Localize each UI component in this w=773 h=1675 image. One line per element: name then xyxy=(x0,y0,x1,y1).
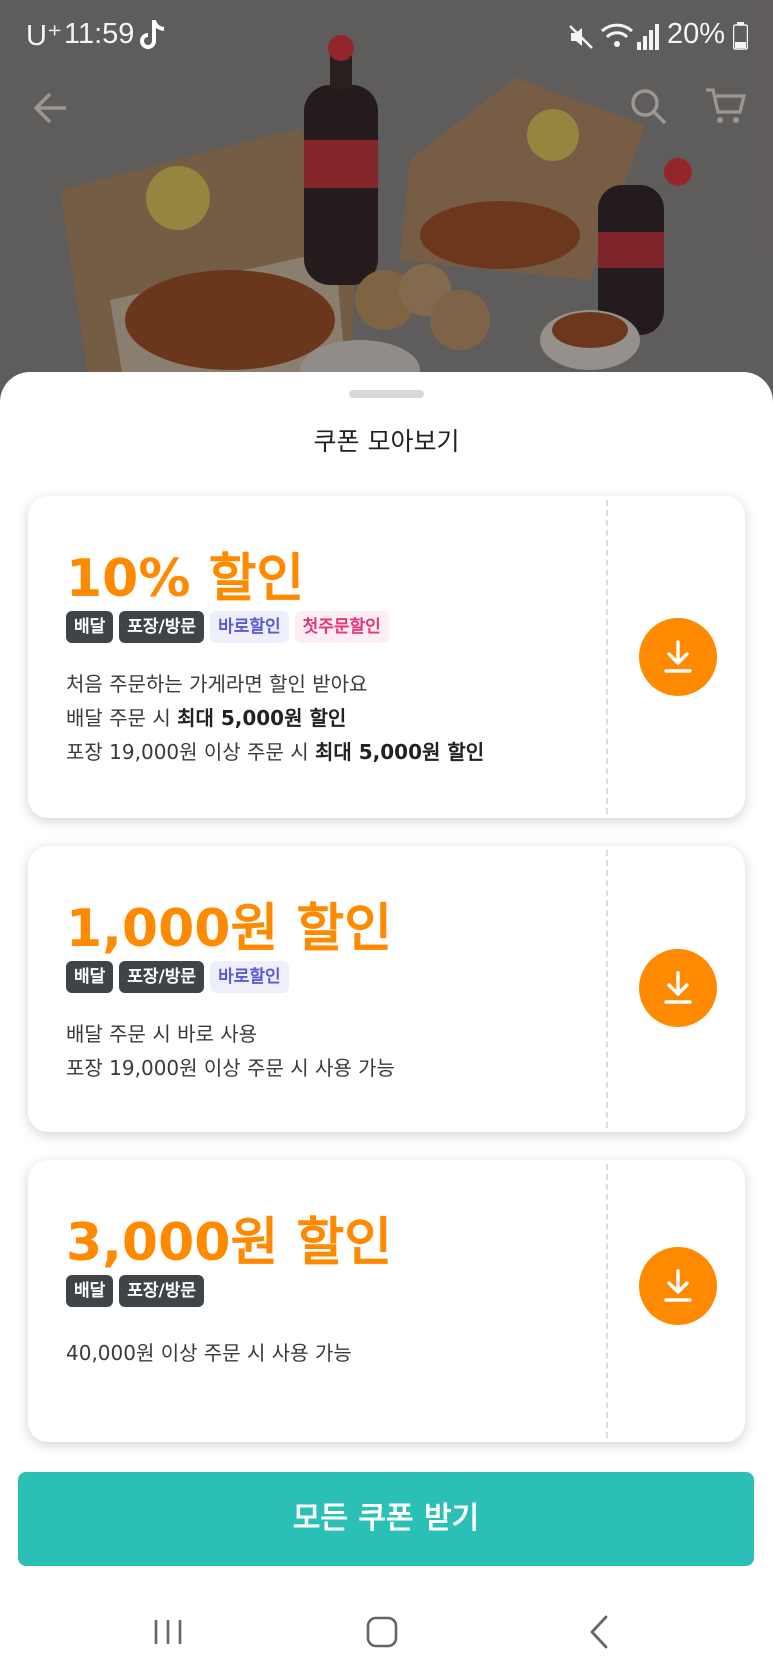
coupon-tags: 배달 포장/방문 xyxy=(66,1275,205,1307)
tag-delivery: 배달 xyxy=(66,611,114,643)
tag-pickup: 포장/방문 xyxy=(119,611,205,643)
coupon-amount: 1,000원 할인 xyxy=(66,899,393,959)
coupon-card: 10% 할인 배달 포장/방문 바로할인 첫주문할인 처음 주문하는 가게라면 … xyxy=(28,496,745,818)
coupon-divider xyxy=(606,500,608,814)
get-all-coupons-button[interactable]: 모든 쿠폰 받기 xyxy=(18,1472,754,1566)
description-line: 배달 주문 시 바로 사용 xyxy=(66,1022,258,1046)
download-icon xyxy=(664,971,692,1004)
coupon-divider xyxy=(606,850,608,1128)
sheet-title: 쿠폰 모아보기 xyxy=(313,427,460,456)
tag-pickup: 포장/방문 xyxy=(119,1275,205,1307)
coupon-amount: 3,000원 할인 xyxy=(66,1213,393,1273)
coupon-bottom-sheet: 쿠폰 모아보기 10% 할인 배달 포장/방문 바로할인 첫주문할인 처음 주문… xyxy=(0,372,773,1675)
download-icon xyxy=(664,640,692,673)
coupon-card: 3,000원 할인 배달 포장/방문 40,000원 이상 주문 시 사용 가능 xyxy=(28,1160,745,1442)
clock: 11:59 xyxy=(64,18,135,50)
tag-instant-discount: 바로할인 xyxy=(210,961,289,993)
description-line: 포장 19,000원 이상 주문 시 최대 5,000원 할인 xyxy=(66,740,485,764)
download-coupon-button[interactable] xyxy=(639,1247,717,1325)
home-icon[interactable] xyxy=(366,1616,398,1648)
coupon-description: 배달 주문 시 바로 사용 포장 19,000원 이상 주문 시 사용 가능 xyxy=(66,1017,395,1085)
tag-delivery: 배달 xyxy=(66,1275,114,1307)
coupon-card: 1,000원 할인 배달 포장/방문 바로할인 배달 주문 시 바로 사용 포장… xyxy=(28,846,745,1132)
coupon-description: 40,000원 이상 주문 시 사용 가능 xyxy=(66,1336,352,1370)
battery-level: 20% xyxy=(667,18,726,50)
tiktok-icon xyxy=(140,20,165,49)
description-line: 배달 주문 시 최대 5,000원 할인 xyxy=(66,706,347,730)
back-chevron-icon[interactable] xyxy=(588,1614,610,1650)
signal-icon xyxy=(637,24,659,50)
coupon-tags: 배달 포장/방문 바로할인 xyxy=(66,961,289,993)
description-line: 포장 19,000원 이상 주문 시 사용 가능 xyxy=(66,1056,395,1080)
sheet-drag-handle[interactable] xyxy=(349,390,424,398)
coupon-description: 처음 주문하는 가게라면 할인 받아요 배달 주문 시 최대 5,000원 할인… xyxy=(66,667,484,769)
description-line: 40,000원 이상 주문 시 사용 가능 xyxy=(66,1341,352,1365)
cart-icon[interactable] xyxy=(704,86,746,126)
download-coupon-button[interactable] xyxy=(639,618,717,696)
coupon-divider xyxy=(606,1164,608,1438)
coupon-tags: 배달 포장/방문 바로할인 첫주문할인 xyxy=(66,611,389,643)
download-coupon-button[interactable] xyxy=(639,949,717,1027)
tag-instant-discount: 바로할인 xyxy=(210,611,289,643)
wifi-icon xyxy=(600,23,634,47)
tag-delivery: 배달 xyxy=(66,961,114,993)
description-line: 처음 주문하는 가게라면 할인 받아요 xyxy=(66,672,368,696)
battery-icon xyxy=(733,22,748,50)
tag-first-order: 첫주문할인 xyxy=(294,611,389,643)
download-icon xyxy=(664,1269,692,1302)
recent-apps-icon[interactable] xyxy=(153,1618,183,1646)
coupon-amount: 10% 할인 xyxy=(66,549,305,609)
carrier-label: U⁺ xyxy=(26,20,63,52)
search-icon[interactable] xyxy=(628,86,668,126)
arrow-left-icon[interactable] xyxy=(30,88,70,128)
system-navigation-bar xyxy=(0,1592,773,1675)
tag-pickup: 포장/방문 xyxy=(119,961,205,993)
mute-icon xyxy=(569,25,593,49)
top-navigation xyxy=(0,78,773,138)
status-bar: U⁺ 11:59 20% xyxy=(0,0,773,72)
